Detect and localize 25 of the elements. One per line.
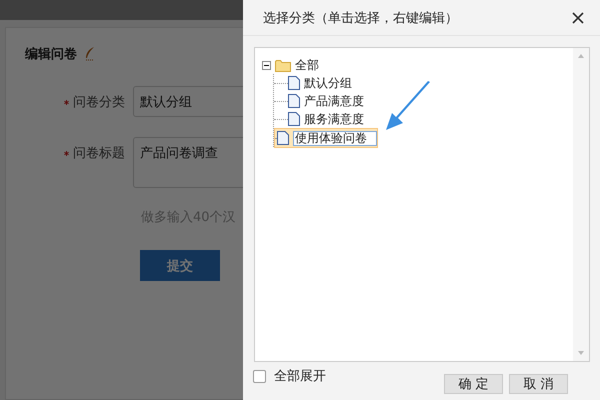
checkbox-label: 全部展开 — [274, 368, 326, 385]
document-icon — [277, 131, 289, 145]
scrollbar[interactable] — [573, 48, 589, 361]
form-heading: 编辑问卷 — [25, 46, 77, 63]
checkbox[interactable] — [253, 370, 266, 382]
cancel-button[interactable]: 取 消 — [509, 374, 568, 394]
field-label: 问卷标题 — [73, 145, 125, 162]
folder-icon — [275, 58, 291, 72]
text-area[interactable]: 产品问卷调查 — [133, 137, 243, 188]
dialog-title: 选择分类（单击选择，右键编辑） — [263, 10, 458, 26]
tree-item[interactable]: 服务满意度 — [304, 110, 364, 128]
document-icon — [288, 76, 300, 90]
select-field[interactable]: 默认分组 — [133, 86, 243, 117]
pointer-arrow — [384, 80, 432, 132]
confirm-button[interactable]: 确 定 — [444, 374, 503, 394]
document-icon — [288, 112, 300, 126]
tree-item[interactable]: 默认分组 — [304, 74, 352, 92]
tree-item[interactable]: 产品满意度 — [304, 92, 364, 110]
field-label: 问卷分类 — [73, 94, 125, 111]
rename-field[interactable]: 使用体验问卷 — [293, 130, 377, 146]
tree-item[interactable]: 全部 — [295, 56, 319, 74]
document-icon — [288, 94, 300, 108]
collapse-icon[interactable] — [262, 60, 271, 70]
feather-icon — [85, 47, 95, 61]
close-icon[interactable] — [572, 12, 584, 24]
